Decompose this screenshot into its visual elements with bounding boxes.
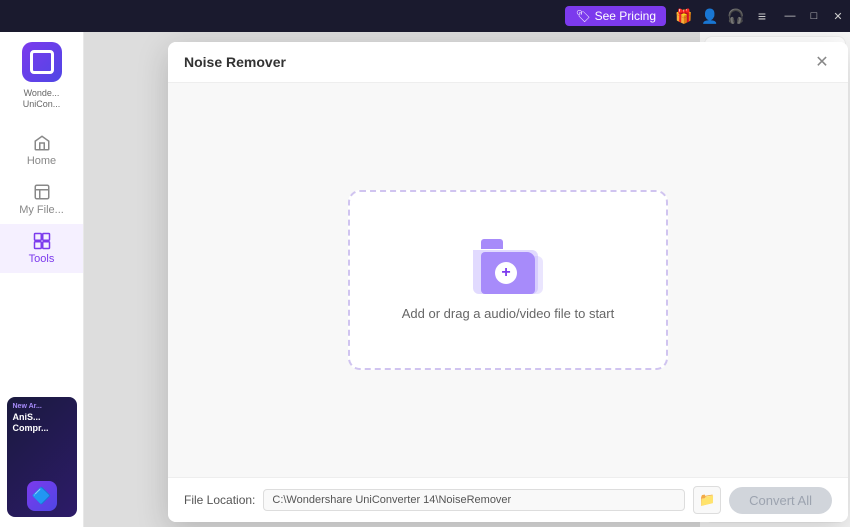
headset-icon[interactable]: 🎧 bbox=[726, 6, 746, 26]
folder-icon: + bbox=[473, 239, 543, 294]
dialog-close-button[interactable]: ✕ bbox=[812, 52, 832, 72]
menu-icon[interactable]: ≡ bbox=[752, 6, 772, 26]
home-label: Home bbox=[27, 155, 56, 167]
logo-inner bbox=[30, 50, 54, 74]
see-pricing-label: See Pricing bbox=[595, 9, 656, 23]
folder-browse-icon: 📁 bbox=[699, 492, 715, 508]
gift-icon[interactable]: 🎁 bbox=[674, 6, 694, 26]
files-icon bbox=[33, 183, 51, 201]
file-location-input[interactable] bbox=[263, 489, 685, 511]
dialog-header: Noise Remover ✕ bbox=[168, 42, 848, 83]
promo-icon: 🔷 bbox=[27, 481, 57, 511]
promo-banner[interactable]: New Ar... AniS... Compr... 🔷 bbox=[7, 397, 77, 517]
app-container: Wonde... UniCon... Home My File... bbox=[0, 32, 850, 527]
folder-tab bbox=[481, 239, 503, 249]
close-button[interactable]: ✕ bbox=[826, 0, 850, 32]
sidebar: Wonde... UniCon... Home My File... bbox=[0, 32, 84, 527]
browse-folder-button[interactable]: 📁 bbox=[693, 486, 721, 514]
file-location-label: File Location: bbox=[184, 493, 255, 507]
maximize-button[interactable]: □ bbox=[802, 0, 826, 32]
folder-plus-icon: + bbox=[495, 262, 517, 284]
tools-label: Tools bbox=[29, 253, 55, 265]
dialog-overlay: Noise Remover ✕ + Add or drag a audio/vi… bbox=[84, 32, 700, 527]
home-icon bbox=[33, 134, 51, 152]
title-bar: 🏷 See Pricing 🎁 👤 🎧 ≡ — □ ✕ bbox=[0, 0, 850, 32]
sidebar-item-tools[interactable]: Tools bbox=[0, 224, 83, 273]
dialog-footer: File Location: 📁 Convert All bbox=[168, 477, 848, 522]
noise-remover-dialog: Noise Remover ✕ + Add or drag a audio/vi… bbox=[168, 42, 848, 522]
promo-title: AniS... Compr... bbox=[13, 412, 71, 434]
see-pricing-button[interactable]: 🏷 See Pricing bbox=[565, 6, 666, 26]
dialog-body: + Add or drag a audio/video file to star… bbox=[168, 83, 848, 477]
convert-all-button[interactable]: Convert All bbox=[729, 487, 832, 514]
app-logo bbox=[22, 42, 62, 82]
myfiles-label: My File... bbox=[19, 204, 64, 216]
user-icon[interactable]: 👤 bbox=[700, 6, 720, 26]
main-content: Noise Remover ✕ + Add or drag a audio/vi… bbox=[84, 32, 700, 527]
dialog-title: Noise Remover bbox=[184, 54, 286, 70]
tag-icon: 🏷 bbox=[575, 9, 590, 23]
window-controls: — □ ✕ bbox=[778, 0, 850, 32]
app-name: Wonde... UniCon... bbox=[23, 88, 61, 110]
sidebar-item-myfiles[interactable]: My File... bbox=[0, 175, 83, 224]
minimize-button[interactable]: — bbox=[778, 0, 802, 32]
sidebar-item-home[interactable]: Home bbox=[0, 126, 83, 175]
promo-tag: New Ar... bbox=[13, 403, 71, 410]
title-bar-icons: 🎁 👤 🎧 ≡ bbox=[674, 6, 772, 26]
dropzone-text: Add or drag a audio/video file to start bbox=[402, 306, 614, 321]
dropzone[interactable]: + Add or drag a audio/video file to star… bbox=[348, 190, 668, 370]
tools-icon bbox=[33, 232, 51, 250]
